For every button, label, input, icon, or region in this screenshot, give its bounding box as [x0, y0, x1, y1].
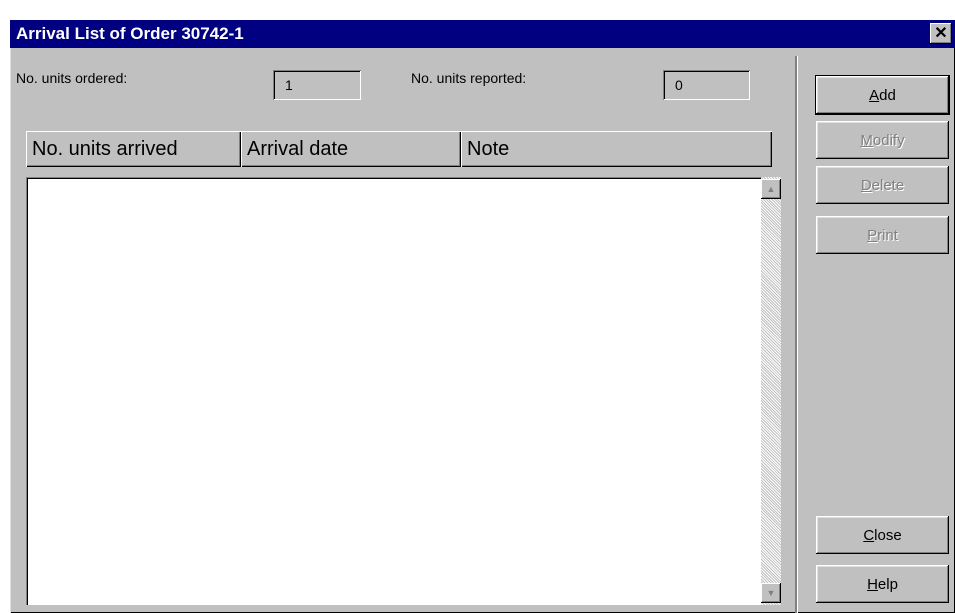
title-bar[interactable]: Arrival List of Order 30742-1 ✕: [10, 20, 955, 48]
close-button[interactable]: Close: [816, 516, 949, 554]
add-button[interactable]: Add: [816, 76, 949, 114]
column-header-units-arrived[interactable]: No. units arrived: [26, 131, 241, 167]
column-header-arrival-date[interactable]: Arrival date: [241, 131, 461, 167]
units-ordered-field: 1: [273, 70, 361, 100]
list-header: No. units arrived Arrival date Note: [26, 131, 772, 167]
modify-button[interactable]: Modify: [816, 121, 949, 159]
vertical-scrollbar[interactable]: ▲ ▼: [761, 177, 781, 605]
units-reported-label: No. units reported:: [411, 70, 527, 86]
help-button[interactable]: Help: [816, 565, 949, 603]
scroll-up-icon[interactable]: ▲: [761, 179, 781, 199]
delete-button[interactable]: Delete: [816, 166, 949, 204]
units-ordered-label: No. units ordered:: [16, 70, 128, 86]
arrival-list-dialog: Arrival List of Order 30742-1 ✕ No. unit…: [10, 20, 955, 613]
print-button[interactable]: Print: [816, 216, 949, 254]
window-title: Arrival List of Order 30742-1: [16, 24, 244, 43]
column-header-note[interactable]: Note: [461, 131, 772, 167]
scroll-down-icon[interactable]: ▼: [761, 583, 781, 603]
panel-divider: [795, 56, 797, 613]
close-icon: ✕: [934, 24, 948, 42]
close-window-button[interactable]: ✕: [930, 23, 952, 44]
arrival-list[interactable]: [26, 177, 761, 605]
units-reported-field: 0: [663, 70, 750, 100]
